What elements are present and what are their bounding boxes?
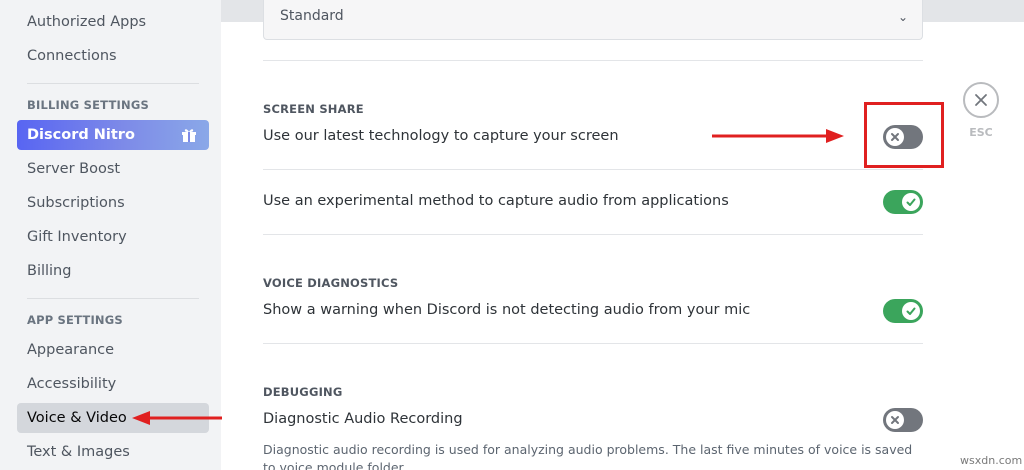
sidebar-item-discord-nitro[interactable]: Discord Nitro	[17, 120, 209, 150]
sidebar-item-text-images[interactable]: Text & Images	[17, 437, 209, 467]
check-icon	[906, 198, 916, 206]
diagnostic-recording-toggle[interactable]	[883, 408, 923, 432]
sidebar-item-server-boost[interactable]: Server Boost	[17, 154, 209, 184]
annotation-arrow-icon	[132, 411, 222, 425]
video-quality-dropdown[interactable]: Standard ⌄	[263, 0, 923, 40]
settings-content: Standard ⌄ SCREEN SHARE Use our latest t…	[221, 0, 1024, 470]
esc-label: ESC	[969, 126, 993, 139]
sidebar-separator	[27, 83, 199, 84]
debugging-title: DEBUGGING	[263, 385, 343, 399]
capture-audio-label: Use an experimental method to capture au…	[263, 193, 729, 209]
sidebar-item-connections[interactable]: Connections	[17, 41, 209, 71]
sidebar-item-accessibility[interactable]: Accessibility	[17, 369, 209, 399]
dropdown-value: Standard	[280, 8, 344, 24]
watermark: wsxdn.com	[960, 454, 1023, 467]
gift-icon	[182, 129, 196, 142]
toggle-knob	[886, 411, 904, 429]
voice-diagnostics-title: VOICE DIAGNOSTICS	[263, 276, 399, 290]
mic-warning-toggle[interactable]	[883, 299, 923, 323]
chevron-down-icon: ⌄	[897, 10, 908, 24]
close-icon	[975, 94, 987, 106]
mic-warning-label: Show a warning when Discord is not detec…	[263, 302, 751, 318]
sidebar-item-gift-inventory[interactable]: Gift Inventory	[17, 222, 209, 252]
screen-share-title: SCREEN SHARE	[263, 102, 364, 116]
annotation-highlight-box	[864, 102, 944, 168]
toggle-knob	[902, 193, 920, 211]
section-divider	[263, 234, 923, 235]
sidebar-item-billing[interactable]: Billing	[17, 256, 209, 286]
toggle-knob	[902, 302, 920, 320]
app-settings-header: APP SETTINGS	[27, 313, 123, 327]
billing-settings-header: BILLING SETTINGS	[27, 98, 149, 112]
diagnostic-recording-label: Diagnostic Audio Recording	[263, 411, 463, 427]
diagnostic-recording-description: Diagnostic audio recording is used for a…	[263, 442, 913, 470]
sidebar-item-authorized-apps[interactable]: Authorized Apps	[17, 7, 209, 37]
check-icon	[906, 307, 916, 315]
settings-sidebar: Authorized Apps Connections BILLING SETT…	[0, 0, 221, 470]
sidebar-item-subscriptions[interactable]: Subscriptions	[17, 188, 209, 218]
x-icon	[891, 416, 899, 424]
annotation-arrow-icon	[712, 129, 844, 143]
section-divider	[263, 343, 923, 344]
sidebar-item-label: Discord Nitro	[27, 127, 135, 143]
close-settings-button[interactable]	[963, 82, 999, 118]
capture-screen-label: Use our latest technology to capture you…	[263, 128, 619, 144]
capture-audio-toggle[interactable]	[883, 190, 923, 214]
sidebar-item-appearance[interactable]: Appearance	[17, 335, 209, 365]
sidebar-separator	[27, 298, 199, 299]
section-divider	[263, 60, 923, 61]
row-divider	[263, 169, 923, 170]
